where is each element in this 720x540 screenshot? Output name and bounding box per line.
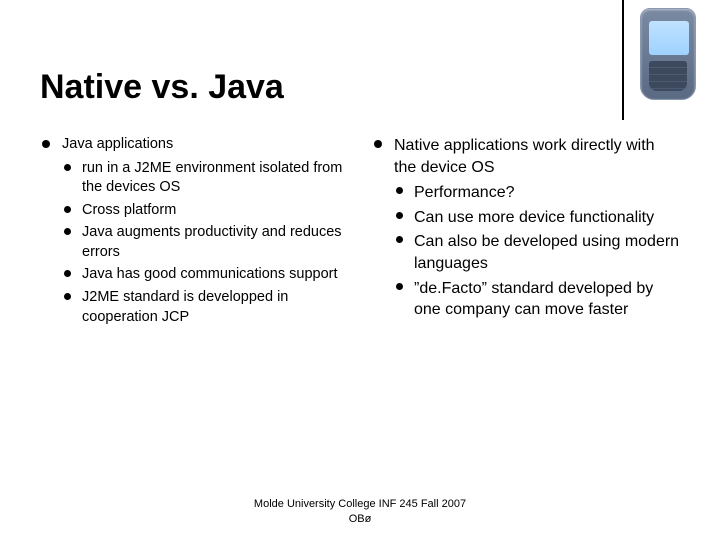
list-item: Performance? — [394, 182, 680, 204]
right-sublist: Performance? Can use more device functio… — [394, 182, 680, 321]
list-item: Cross platform — [62, 201, 348, 221]
left-sublist: run in a J2ME environment isolated from … — [62, 159, 348, 328]
left-column: Java applications run in a J2ME environm… — [40, 135, 348, 330]
list-heading: Native applications work directly with t… — [394, 137, 655, 176]
list-item: Java has good communications support — [62, 265, 348, 285]
footer: Molde University College INF 245 Fall 20… — [0, 497, 720, 526]
left-list: Java applications run in a J2ME environm… — [40, 135, 348, 327]
slide: Native vs. Java Java applications run in… — [0, 0, 720, 540]
list-item: Java applications run in a J2ME environm… — [40, 135, 348, 327]
list-item: J2ME standard is developped in cooperati… — [62, 288, 348, 327]
right-list: Native applications work directly with t… — [372, 135, 680, 321]
footer-line-1: Molde University College INF 245 Fall 20… — [0, 497, 720, 511]
list-item: Can also be developed using modern langu… — [394, 231, 680, 274]
list-item: run in a J2ME environment isolated from … — [62, 159, 348, 198]
content-columns: Java applications run in a J2ME environm… — [40, 135, 680, 330]
list-item: Can use more device functionality — [394, 207, 680, 229]
mobile-phone-icon — [640, 8, 696, 100]
vertical-divider — [622, 0, 624, 120]
right-column: Native applications work directly with t… — [372, 135, 680, 330]
page-title: Native vs. Java — [40, 68, 680, 107]
list-item: Native applications work directly with t… — [372, 135, 680, 321]
list-item: Java augments productivity and reduces e… — [62, 223, 348, 262]
footer-line-2: OBø — [0, 512, 720, 526]
list-heading: Java applications — [62, 136, 173, 152]
list-item: ”de.Facto” standard developed by one com… — [394, 278, 680, 321]
